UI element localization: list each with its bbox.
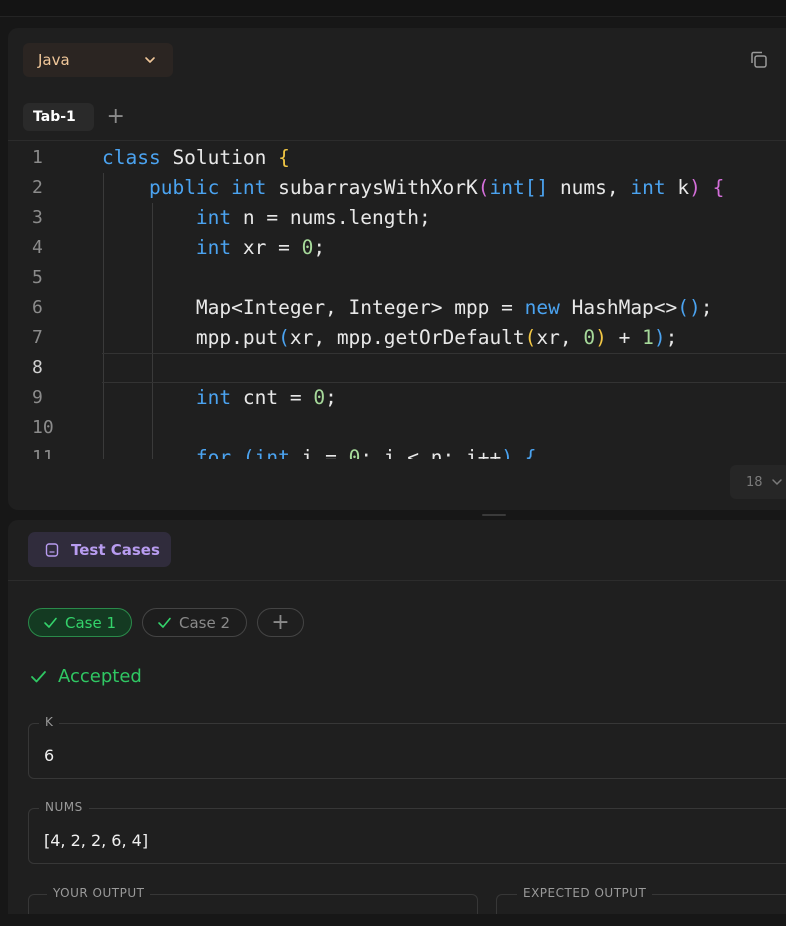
code-line: mpp.put(xr, mpp.getOrDefault(xr, 0) + 1)… xyxy=(102,326,678,349)
code-line: int cnt = 0; xyxy=(195,386,337,409)
editor-tabs: Tab-1 + xyxy=(23,102,126,132)
tab-label: Tab-1 xyxy=(33,109,76,125)
add-tab-button[interactable]: + xyxy=(106,106,126,128)
test-tube-icon xyxy=(45,542,59,557)
code-line: public int subarraysWithXorK(int[] nums,… xyxy=(148,176,725,199)
expected-output-box: EXPECTED OUTPUT xyxy=(496,886,786,914)
code-area[interactable]: 1 2 3 4 5 6 7 8 9 10 11 class Solution {… xyxy=(8,143,786,459)
check-icon xyxy=(31,671,46,683)
result-status: Accepted xyxy=(30,666,142,687)
code-line-active xyxy=(102,353,786,383)
code-line: for (int i = 0; i < n; i++) { xyxy=(195,446,537,459)
line-number-gutter: 1 2 3 4 5 6 7 8 9 10 11 xyxy=(8,143,68,459)
line-number: 3 xyxy=(32,207,43,228)
code-line: Map<Integer, Integer> mpp = new HashMap<… xyxy=(102,296,713,319)
copy-icon[interactable] xyxy=(748,49,770,71)
input-nums: NUMS [4, 2, 2, 6, 4] xyxy=(28,800,786,864)
font-size-value: 18 xyxy=(746,474,763,490)
code-line: int n = nums.length; xyxy=(195,206,431,229)
line-number: 2 xyxy=(32,177,43,198)
input-label: K xyxy=(39,715,60,729)
check-icon xyxy=(158,617,171,628)
top-bar xyxy=(0,0,786,17)
case-label: Case 2 xyxy=(179,613,231,632)
input-label: NUMS xyxy=(39,800,89,814)
code-line: class Solution { xyxy=(102,146,290,169)
test-cases-panel: Test Cases Case 1 Case 2 + Accepted K 6 … xyxy=(8,520,786,914)
font-size-select[interactable]: 18 xyxy=(730,465,786,499)
line-number-active: 8 xyxy=(32,357,43,378)
line-number: 4 xyxy=(32,237,43,258)
result-text: Accepted xyxy=(58,666,142,687)
expected-output-label: EXPECTED OUTPUT xyxy=(517,886,653,900)
line-number: 10 xyxy=(32,417,54,438)
case-label: Case 1 xyxy=(65,613,117,632)
test-cases-label: Test Cases xyxy=(71,540,160,559)
code-lines: class Solution { public int subarraysWit… xyxy=(102,143,786,459)
panel-resize-handle[interactable] xyxy=(482,514,506,516)
line-number: 7 xyxy=(32,327,43,348)
input-value: 6 xyxy=(44,746,55,765)
line-number: 9 xyxy=(32,387,43,408)
chevron-down-icon xyxy=(771,479,782,486)
chevron-down-icon xyxy=(145,57,155,63)
test-cases-divider xyxy=(8,580,786,581)
your-output-box: YOUR OUTPUT xyxy=(28,886,478,914)
check-icon xyxy=(44,617,57,628)
line-number: 1 xyxy=(32,147,43,168)
code-editor-panel: Java Tab-1 + 1 2 3 4 5 6 7 8 9 10 11 cla… xyxy=(8,28,786,510)
add-case-button[interactable]: + xyxy=(257,608,304,637)
test-cases-tab[interactable]: Test Cases xyxy=(28,532,171,567)
code-line: int xr = 0; xyxy=(195,236,326,259)
your-output-label: YOUR OUTPUT xyxy=(47,886,151,900)
line-number: 5 xyxy=(32,267,43,288)
case-1-tab[interactable]: Case 1 xyxy=(28,608,132,637)
case-2-tab[interactable]: Case 2 xyxy=(142,608,247,637)
input-k: K 6 xyxy=(28,715,786,779)
tabs-divider xyxy=(8,140,786,141)
language-select[interactable]: Java xyxy=(23,43,173,77)
tab-1[interactable]: Tab-1 xyxy=(23,103,94,131)
language-select-value: Java xyxy=(38,51,70,69)
case-tabs: Case 1 Case 2 + xyxy=(28,608,304,637)
input-value: [4, 2, 2, 6, 4] xyxy=(44,831,149,850)
line-number: 6 xyxy=(32,297,43,318)
line-number: 11 xyxy=(32,447,54,459)
